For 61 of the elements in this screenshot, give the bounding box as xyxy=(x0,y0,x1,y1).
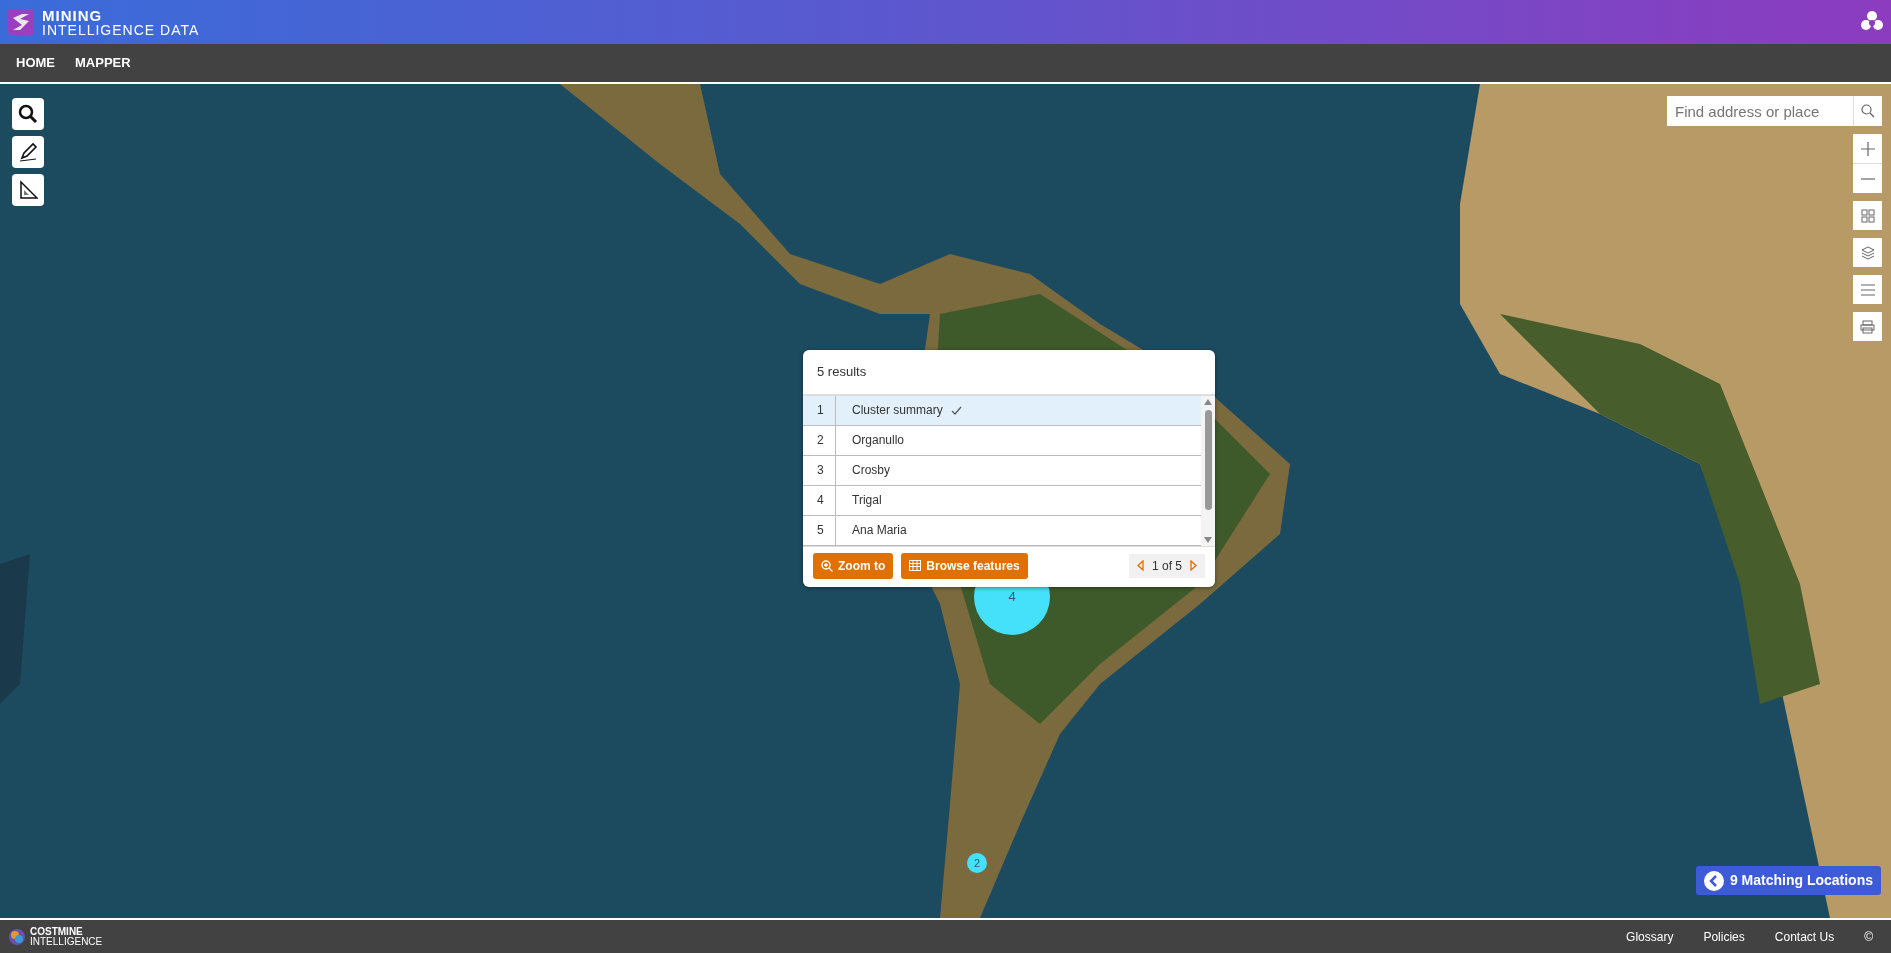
row-label: Crosby xyxy=(852,462,890,479)
print-button[interactable] xyxy=(1853,312,1882,341)
footer-link[interactable]: Glossary xyxy=(1626,927,1674,946)
left-triangle-icon xyxy=(1136,560,1144,571)
search-button[interactable] xyxy=(12,98,44,130)
scrollbar[interactable] xyxy=(1201,395,1215,546)
row-number: 3 xyxy=(817,462,824,479)
grid-icon xyxy=(1860,208,1875,223)
result-row[interactable]: 3 Crosby xyxy=(803,455,1201,486)
chevron-left-icon xyxy=(1703,870,1724,891)
row-number: 2 xyxy=(817,432,824,449)
row-number: 4 xyxy=(817,492,824,509)
result-row[interactable]: 5 Ana Maria xyxy=(803,515,1201,546)
search-field[interactable]: Find address or place xyxy=(1667,96,1853,126)
previous-button[interactable] xyxy=(1136,560,1144,571)
footer-link[interactable]: Policies xyxy=(1703,927,1745,946)
printer-icon xyxy=(1860,319,1875,334)
matching-locations-button[interactable]: 9 Matching Locations xyxy=(1695,866,1881,895)
search-icon xyxy=(1861,104,1875,118)
next-button[interactable] xyxy=(1190,560,1197,571)
row-label: Ana Maria xyxy=(852,522,907,539)
logo-subtitle: INTELLIGENCE DATA xyxy=(42,22,200,37)
right-triangle-icon xyxy=(1190,560,1197,571)
layers-button[interactable] xyxy=(1853,238,1882,267)
footer-link[interactable]: © xyxy=(1864,927,1873,946)
brand-logo-icon xyxy=(8,927,26,946)
nav-link-item[interactable]: HOME xyxy=(16,53,55,73)
row-label: Trigal xyxy=(852,492,882,509)
scroll-up-icon[interactable] xyxy=(1204,398,1212,405)
satellite-map[interactable] xyxy=(0,84,1891,918)
table-icon xyxy=(909,560,922,571)
page-count: 1 of 5 xyxy=(1151,557,1182,575)
brand-name: COSTMINE xyxy=(30,926,84,937)
nav-link-item[interactable]: MAPPER xyxy=(75,53,131,73)
brand-subtitle: INTELLIGENCE xyxy=(30,936,103,947)
basemap-button[interactable] xyxy=(1853,201,1882,230)
footer-link[interactable]: Contact Us xyxy=(1774,927,1835,946)
pencil-icon xyxy=(18,142,38,162)
zoom-out-button[interactable] xyxy=(1853,164,1882,193)
row-label: Organullo xyxy=(852,432,905,449)
account-icon[interactable] xyxy=(1861,11,1883,33)
zoom-in-button[interactable] xyxy=(1853,134,1882,163)
list-icon xyxy=(1860,283,1875,296)
logo-title: MINING xyxy=(42,7,104,23)
search-icon xyxy=(18,104,38,124)
plus-icon xyxy=(1860,141,1875,156)
result-row[interactable]: 2 Organullo xyxy=(803,425,1201,456)
result-row[interactable]: 1 Cluster summary xyxy=(803,395,1201,426)
row-number: 1 xyxy=(817,402,824,419)
minus-icon xyxy=(1860,177,1875,180)
check-icon xyxy=(950,405,962,415)
draw-button[interactable] xyxy=(12,136,44,168)
zoom-in-icon xyxy=(821,559,833,572)
scroll-down-icon[interactable] xyxy=(1204,536,1212,543)
layers-icon xyxy=(1860,245,1875,260)
legend-button[interactable] xyxy=(1853,275,1882,304)
result-row[interactable]: 4 Trigal xyxy=(803,485,1201,516)
row-label: Cluster summary xyxy=(852,402,943,419)
logo-icon xyxy=(8,9,34,35)
row-number: 5 xyxy=(817,522,824,539)
measure-button[interactable] xyxy=(12,174,44,206)
